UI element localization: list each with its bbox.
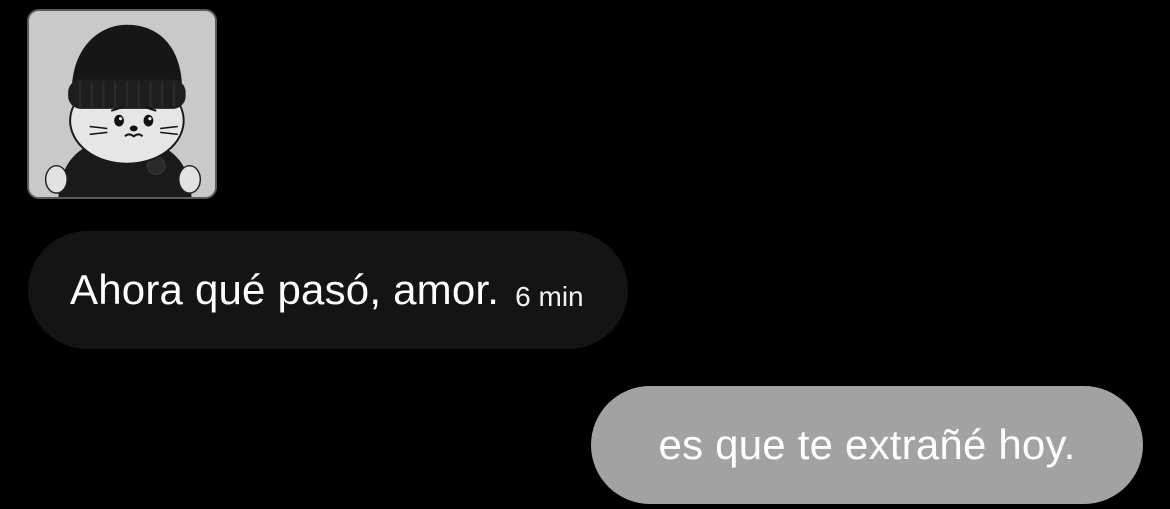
message-text: Ahora qué pasó, amor. bbox=[70, 266, 500, 313]
sent-message-bubble[interactable]: es que te extrañé hoy. bbox=[591, 386, 1143, 504]
message-text: es que te extrañé hoy. bbox=[658, 421, 1076, 468]
cartoon-seal-avatar-icon bbox=[29, 11, 215, 197]
received-message-bubble[interactable]: Ahora qué pasó, amor. 6 min bbox=[28, 231, 628, 349]
contact-avatar[interactable] bbox=[27, 9, 217, 199]
message-timestamp: 6 min bbox=[515, 281, 584, 312]
